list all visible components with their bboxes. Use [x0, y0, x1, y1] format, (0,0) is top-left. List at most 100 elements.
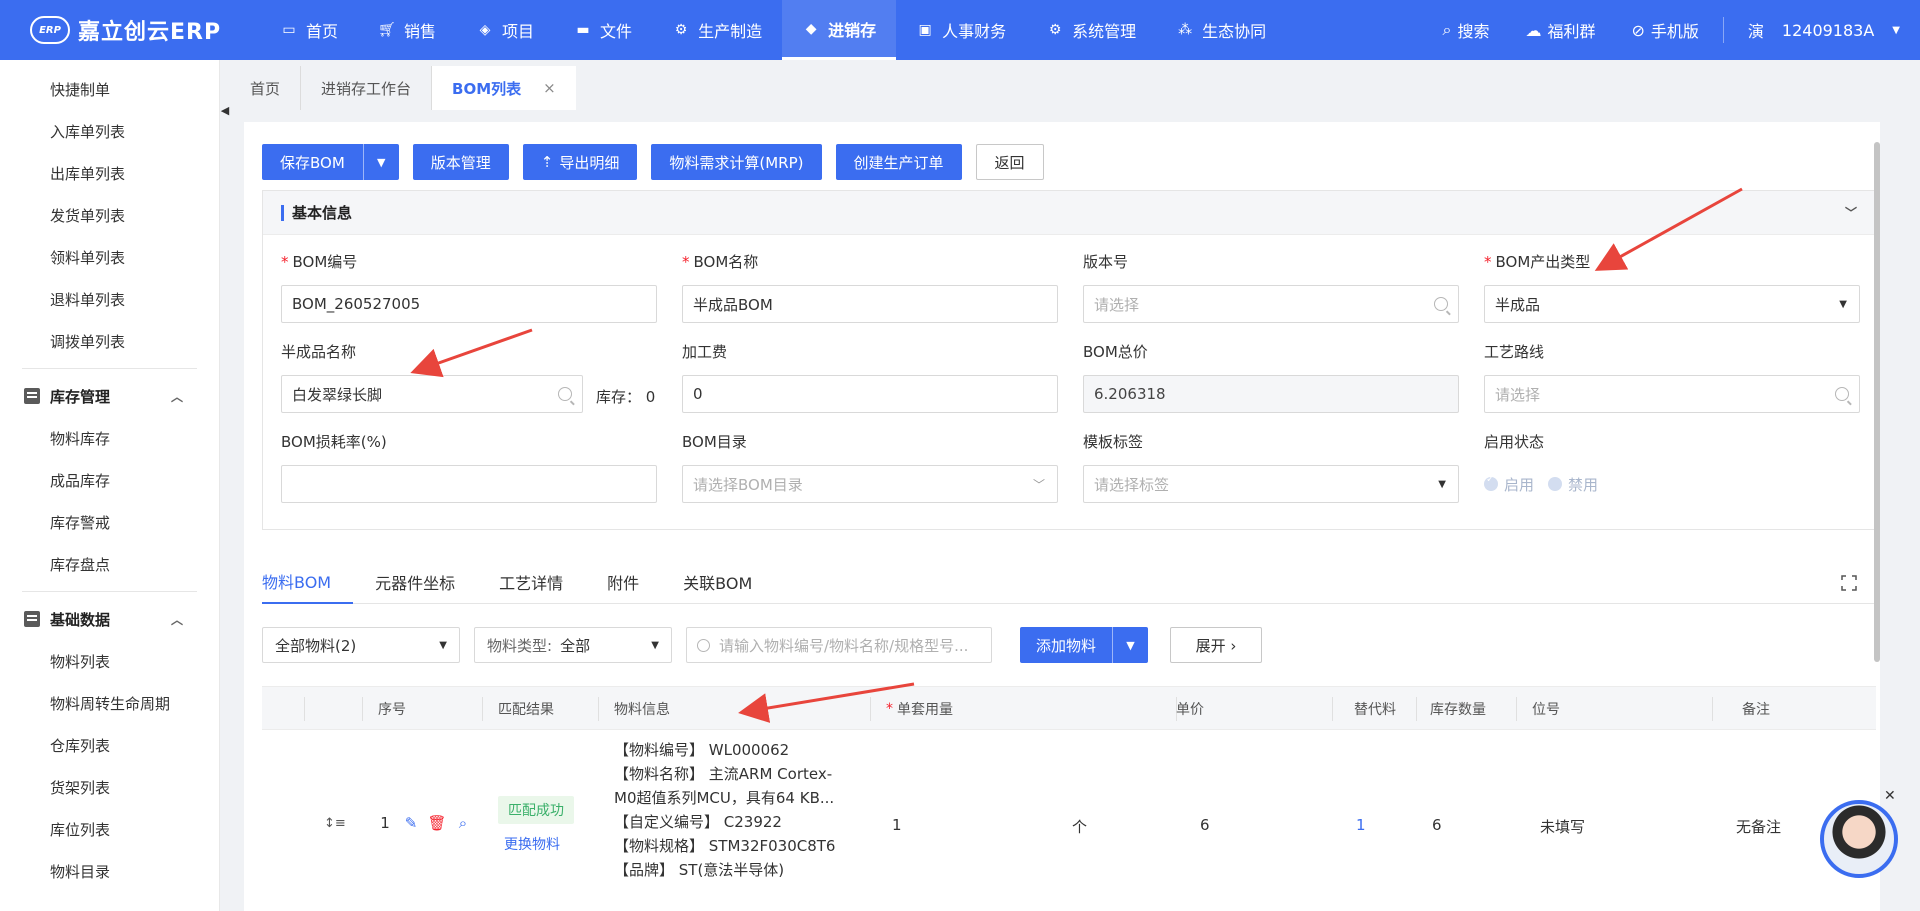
- export-details-button[interactable]: ⇡ 导出明细: [522, 144, 638, 180]
- sidebar-item-material-stock[interactable]: 物料库存: [0, 417, 219, 459]
- catalog-select[interactable]: 请选择BOM目录 ﹀: [682, 465, 1058, 503]
- section-header[interactable]: 基本信息 ﹀: [263, 191, 1875, 235]
- material-search-input[interactable]: 请输入物料编号/物料名称/规格型号...: [686, 627, 992, 663]
- mobile-version-button[interactable]: ⊘ 手机版: [1613, 18, 1716, 42]
- nav-item-hr-finance[interactable]: ▣ 人事财务: [896, 0, 1026, 60]
- row-position[interactable]: 未填写: [1540, 816, 1585, 837]
- row-stock: 6: [1432, 816, 1442, 834]
- search-icon: [1434, 297, 1448, 311]
- tab-home[interactable]: 首页: [230, 66, 302, 110]
- close-icon[interactable]: ✕: [1884, 788, 1896, 804]
- save-bom-button[interactable]: 保存BOM: [262, 144, 363, 180]
- user-menu[interactable]: 演 12409183A: [1730, 18, 1892, 42]
- version-no-select[interactable]: 请选择: [1083, 285, 1459, 323]
- row-qty[interactable]: 1: [892, 816, 902, 834]
- sidebar-item-transfer-list[interactable]: 调拨单列表: [0, 320, 219, 362]
- sidebar-item-location-list[interactable]: 库位列表: [0, 808, 219, 850]
- route-select[interactable]: 请选择: [1484, 375, 1860, 413]
- semi-name-input[interactable]: 白发翠绿长脚: [281, 375, 583, 413]
- sidebar-item-material-catalog[interactable]: 物料目录: [0, 850, 219, 892]
- nav-item-home[interactable]: ▭ 首页: [260, 0, 358, 60]
- tab-component-coords[interactable]: 元器件坐标: [375, 560, 477, 604]
- sidebar-item-material-lifecycle[interactable]: 物料周转生命周期: [0, 682, 219, 724]
- sidebar-item-inbound-list[interactable]: 入库单列表: [0, 110, 219, 152]
- view-detail-icon[interactable]: ⌕: [454, 814, 472, 832]
- assistant-avatar[interactable]: [1820, 800, 1898, 878]
- sidebar-item-stock-alert[interactable]: 库存警戒: [0, 501, 219, 543]
- expand-button[interactable]: 展开 ›: [1170, 627, 1263, 663]
- row-alt-link[interactable]: 1: [1356, 816, 1366, 834]
- bom-no-input[interactable]: BOM_260527005: [281, 285, 657, 323]
- sidebar-item-return-list[interactable]: 退料单列表: [0, 278, 219, 320]
- nav-label: 系统管理: [1072, 22, 1137, 41]
- tab-inventory-workbench[interactable]: 进销存工作台: [301, 66, 433, 110]
- welfare-group-button[interactable]: ☁ 福利群: [1507, 18, 1613, 42]
- vertical-scrollbar[interactable]: [1874, 142, 1880, 662]
- group-label: 库存管理: [50, 387, 111, 406]
- row-note[interactable]: 无备注: [1736, 816, 1781, 837]
- nav-item-projects[interactable]: ◈ 项目: [456, 0, 554, 60]
- mrp-button[interactable]: 物料需求计算(MRP): [651, 144, 822, 180]
- chevron-down-icon[interactable]: ﹀: [1845, 204, 1857, 221]
- tab-related-bom[interactable]: 关联BOM: [683, 560, 774, 604]
- row-price: 6: [1200, 816, 1210, 834]
- tab-process-details[interactable]: 工艺详情: [499, 560, 585, 604]
- back-button[interactable]: 返回: [975, 144, 1044, 180]
- sidebar-group-inventory[interactable]: 库存管理 ︿: [0, 375, 219, 417]
- drag-sort-icon[interactable]: ↕≡: [324, 816, 346, 831]
- fullscreen-icon[interactable]: [1840, 574, 1858, 592]
- chevron-down-icon[interactable]: ▼: [362, 144, 399, 180]
- version-management-button[interactable]: 版本管理: [412, 144, 509, 180]
- th-match: 匹配结果: [498, 702, 554, 718]
- tab-label: BOM列表: [452, 79, 522, 98]
- th-qty: * 单套用量: [886, 701, 953, 718]
- sidebar-item-product-stock[interactable]: 成品库存: [0, 459, 219, 501]
- chevron-down-icon[interactable]: ▼: [1112, 627, 1149, 663]
- total-price-field: BOM总价 6.206318: [1083, 341, 1459, 413]
- sidebar-item-outbound-list[interactable]: 出库单列表: [0, 152, 219, 194]
- material-type-select[interactable]: 物料类型: 全部 ▼: [474, 627, 672, 663]
- th-note: 备注: [1742, 702, 1770, 718]
- toolbar: 保存BOM ▼ 版本管理 ⇡ 导出明细 物料需求计算(MRP) 创建生产订单 返回: [262, 144, 1044, 180]
- nav-item-system[interactable]: ⚙ 系统管理: [1026, 0, 1156, 60]
- sidebar-item-shelf-list[interactable]: 货架列表: [0, 766, 219, 808]
- sidebar-item-warehouse-list[interactable]: 仓库列表: [0, 724, 219, 766]
- sidebar-item-material-list[interactable]: 物料列表: [0, 640, 219, 682]
- nav-item-files[interactable]: ▬ 文件: [554, 0, 652, 60]
- nav-item-ecosystem[interactable]: ⁂ 生态协同: [1156, 0, 1286, 60]
- close-icon[interactable]: ×: [543, 79, 556, 97]
- delete-icon[interactable]: 🗑︎: [427, 814, 446, 832]
- nav-item-manufacturing[interactable]: ⚙ 生产制造: [652, 0, 782, 60]
- output-type-select[interactable]: 半成品 ▼: [1484, 285, 1860, 323]
- material-scope-select[interactable]: 全部物料(2) ▼: [262, 627, 460, 663]
- status-radio-group: 启用 禁用: [1484, 465, 1860, 503]
- tab-bom-list[interactable]: BOM列表 ×: [432, 66, 576, 110]
- sidebar-item-picking-list[interactable]: 领料单列表: [0, 236, 219, 278]
- replace-material-link[interactable]: 更换物料: [504, 834, 574, 854]
- app-logo[interactable]: ERP 嘉立创云ERP: [0, 0, 260, 60]
- sidebar-group-basic-data[interactable]: 基础数据 ︿: [0, 598, 219, 640]
- caret-down-icon[interactable]: ▼: [1892, 25, 1900, 36]
- create-production-order-button[interactable]: 创建生产订单: [835, 144, 962, 180]
- divider: [1722, 17, 1724, 43]
- table-row[interactable]: ↕≡ 1 ✎ 🗑︎ ⌕ 匹配成功 更换物料 【物料编号】 WL000062 【物…: [262, 730, 1876, 880]
- search-button[interactable]: ⌕ 搜索: [1424, 18, 1507, 42]
- sidebar-item-delivery-list[interactable]: 发货单列表: [0, 194, 219, 236]
- nav-item-sales[interactable]: 🛒︎ 销售: [358, 0, 456, 60]
- sidebar-item-quick-order[interactable]: 快捷制单: [0, 68, 219, 110]
- bom-name-input[interactable]: 半成品BOM: [682, 285, 1058, 323]
- status-disabled-radio[interactable]: 禁用: [1548, 474, 1598, 495]
- process-fee-input[interactable]: 0: [682, 375, 1058, 413]
- status-enabled-radio[interactable]: 启用: [1484, 474, 1534, 495]
- nav-item-inventory[interactable]: ◆ 进销存: [782, 0, 897, 60]
- tab-attachments[interactable]: 附件: [607, 560, 661, 604]
- tab-material-bom[interactable]: 物料BOM: [262, 560, 354, 604]
- loss-rate-input[interactable]: [281, 465, 657, 503]
- nav-label: 销售: [404, 22, 437, 41]
- welfare-label: 福利群: [1547, 22, 1596, 41]
- edit-icon[interactable]: ✎: [402, 814, 420, 832]
- template-tag-select[interactable]: 请选择标签 ▼: [1083, 465, 1459, 503]
- sidebar-item-stocktaking[interactable]: 库存盘点: [0, 543, 219, 585]
- add-material-button[interactable]: 添加物料: [1020, 627, 1113, 663]
- collapse-sidebar-icon[interactable]: ◀: [220, 98, 230, 122]
